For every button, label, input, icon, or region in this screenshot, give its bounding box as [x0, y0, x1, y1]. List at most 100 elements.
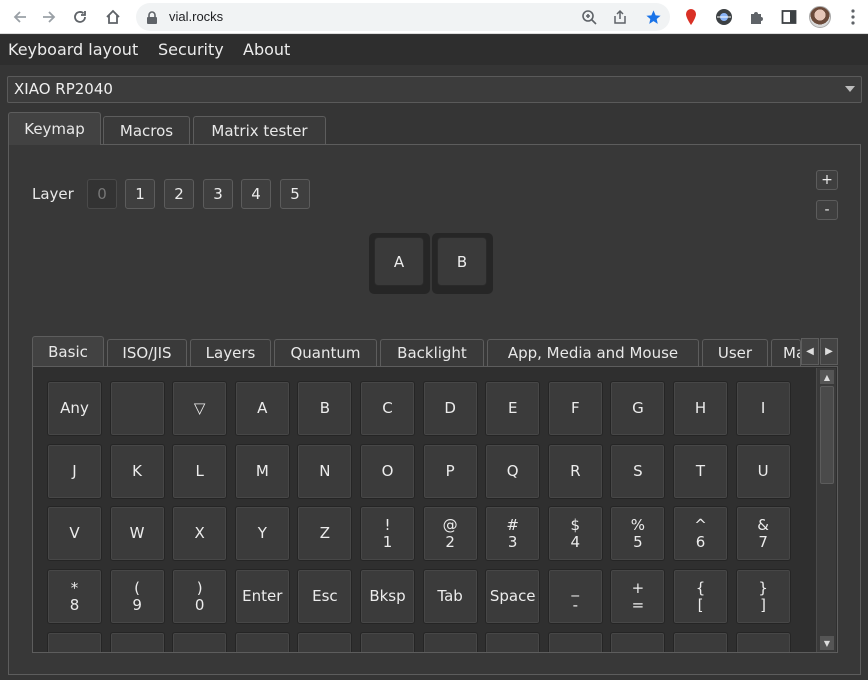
home-icon[interactable] [101, 5, 125, 29]
keycode-button[interactable] [547, 631, 603, 652]
keycode-button[interactable]: (9 [109, 569, 165, 625]
profile-avatar[interactable] [808, 5, 832, 29]
keycode-button[interactable]: E [485, 381, 541, 436]
tab-macro[interactable]: Ma [771, 339, 801, 366]
keycode-button[interactable]: P [422, 443, 478, 499]
keycode-button[interactable]: O [360, 443, 415, 499]
keyboard-key[interactable]: B [432, 233, 493, 294]
bookmark-star-icon[interactable] [642, 7, 664, 27]
keycode-button[interactable]: S [610, 443, 666, 499]
keycode-button[interactable]: T [673, 443, 728, 499]
keycode-button[interactable]: Y [234, 506, 290, 562]
layer-button-1[interactable]: 1 [125, 179, 155, 209]
keycode-button[interactable]: " [172, 631, 228, 652]
keycode-button[interactable]: N [297, 443, 353, 499]
scroll-thumb[interactable] [820, 386, 834, 484]
tab-scroll-left-icon[interactable]: ◀ [801, 338, 819, 365]
keycode-button[interactable] [735, 631, 791, 652]
menu-security[interactable]: Security [158, 40, 224, 59]
keycode-button[interactable] [109, 381, 165, 436]
scroll-up-icon[interactable]: ▲ [820, 370, 834, 384]
zoom-out-button[interactable]: - [816, 200, 838, 220]
menu-about[interactable]: About [243, 40, 290, 59]
keycode-button[interactable]: F [547, 381, 603, 436]
keycode-button[interactable]: & 7 [735, 506, 791, 562]
keycode-button[interactable]: L [172, 443, 228, 499]
tab-scroll-right-icon[interactable]: ▶ [820, 338, 838, 365]
keycode-button[interactable]: U [735, 443, 791, 499]
keycode-button[interactable]: Caps [485, 631, 541, 652]
keycode-button[interactable]: $4 [547, 506, 603, 562]
globe-extension-icon[interactable] [712, 5, 736, 29]
keycode-button[interactable]: Space [485, 569, 541, 625]
tab-macros[interactable]: Macros [103, 116, 190, 144]
keycode-button[interactable]: : [109, 631, 165, 652]
side-panel-icon[interactable] [777, 5, 801, 29]
keycode-button[interactable]: }] [735, 569, 791, 625]
keycode-button[interactable]: + = [610, 569, 666, 625]
share-icon[interactable] [609, 7, 631, 27]
keycode-button[interactable]: > [360, 631, 415, 652]
keyboard-select[interactable]: XIAO RP2040 [7, 76, 862, 103]
zoom-icon[interactable] [578, 7, 600, 27]
layer-button-3[interactable]: 3 [203, 179, 233, 209]
keycode-button[interactable]: C [360, 381, 415, 436]
keycode-button[interactable] [673, 631, 728, 652]
layer-button-4[interactable]: 4 [241, 179, 271, 209]
keycode-button[interactable]: * 8 [47, 569, 102, 625]
keycode-button[interactable]: #3 [485, 506, 541, 562]
keycode-button[interactable]: {[ [673, 569, 728, 625]
reload-icon[interactable] [68, 5, 92, 29]
tab-user[interactable]: User [702, 339, 768, 366]
keycode-button[interactable]: ~ [234, 631, 290, 652]
keycode-button[interactable]: X [172, 506, 228, 562]
layer-button-5[interactable]: 5 [280, 179, 310, 209]
keycode-button[interactable]: ) 0 [172, 569, 228, 625]
keycode-button[interactable]: H [673, 381, 728, 436]
keycode-button[interactable]: J [47, 443, 102, 499]
keycode-button[interactable] [610, 631, 666, 652]
keycode-button[interactable]: ? [422, 631, 478, 652]
tab-iso-jis[interactable]: ISO/JIS [107, 339, 187, 366]
keycode-button[interactable]: _ - [547, 569, 603, 625]
keycode-button[interactable]: W [109, 506, 165, 562]
keycode-button[interactable]: Enter [234, 569, 290, 625]
keycode-button[interactable]: V [47, 506, 102, 562]
puzzle-extensions-icon[interactable] [745, 5, 769, 29]
keycode-button[interactable]: G [610, 381, 666, 436]
map-pin-extension-icon[interactable] [679, 5, 703, 29]
tab-basic[interactable]: Basic [32, 336, 104, 367]
keycode-button[interactable]: Any [47, 381, 102, 436]
zoom-in-button[interactable]: + [816, 170, 838, 190]
keycode-button[interactable]: K [109, 443, 165, 499]
keycode-button[interactable]: Bksp [360, 569, 415, 625]
keycode-button[interactable]: Q [485, 443, 541, 499]
keycode-button[interactable]: Esc [297, 569, 353, 625]
keycode-button[interactable]: ▽ [172, 381, 228, 436]
keycode-button[interactable]: Tab [422, 569, 478, 625]
keycode-button[interactable]: B [297, 381, 353, 436]
layer-button-2[interactable]: 2 [164, 179, 194, 209]
tab-matrix-tester[interactable]: Matrix tester [193, 116, 326, 144]
scroll-down-icon[interactable]: ▼ [820, 636, 834, 650]
keycode-button[interactable]: D [422, 381, 478, 436]
keycode-button[interactable]: A [234, 381, 290, 436]
keycode-button[interactable]: Z [297, 506, 353, 562]
tab-backlight[interactable]: Backlight [380, 339, 484, 366]
keycode-button[interactable]: I [735, 381, 791, 436]
layer-button-0[interactable]: 0 [87, 179, 117, 209]
keycode-button[interactable]: M [234, 443, 290, 499]
menu-keyboard-layout[interactable]: Keyboard layout [8, 40, 138, 59]
tab-layers[interactable]: Layers [190, 339, 271, 366]
keycode-button[interactable]: ! 1 [360, 506, 415, 562]
keycode-button[interactable]: % 5 [610, 506, 666, 562]
keycode-button[interactable]: < [297, 631, 353, 652]
forward-icon[interactable] [37, 5, 61, 29]
vertical-scrollbar[interactable]: ▲ ▼ [816, 368, 836, 652]
keycode-button[interactable]: | [47, 631, 102, 652]
back-icon[interactable] [8, 5, 32, 29]
tab-app-media-mouse[interactable]: App, Media and Mouse [487, 339, 699, 366]
kebab-menu-icon[interactable] [841, 5, 865, 29]
tab-quantum[interactable]: Quantum [274, 339, 377, 366]
keycode-button[interactable]: @2 [422, 506, 478, 562]
